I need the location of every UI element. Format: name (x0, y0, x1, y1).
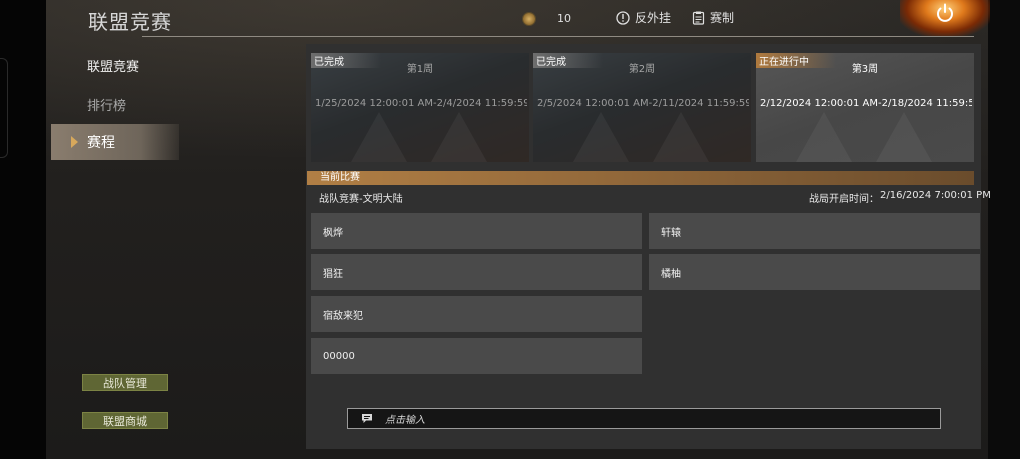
team-row[interactable]: 00000 (311, 338, 642, 374)
decor-triangle (351, 112, 407, 162)
sidebar-item-schedule[interactable]: 赛程 (51, 124, 179, 160)
sidebar-item-label: 排行榜 (87, 98, 127, 114)
week-label: 第3周 (851, 64, 879, 75)
decor-triangle (653, 112, 709, 162)
warning-icon (616, 10, 630, 25)
week-date-range: 1/25/2024 12:00:01 AM-2/4/2024 11:59:59 … (315, 98, 527, 109)
week-card-1[interactable]: 已完成 第1周 1/25/2024 12:00:01 AM-2/4/2024 1… (311, 53, 529, 162)
week-card-3[interactable]: 正在进行中 第3周 2/12/2024 12:00:01 AM-2/18/202… (756, 53, 974, 162)
current-match-header: 当前比赛 (307, 171, 974, 185)
power-icon (937, 3, 953, 22)
rules-button[interactable]: 赛制 (692, 9, 734, 26)
anticheat-label: 反外挂 (635, 11, 672, 25)
decor-triangle (431, 112, 487, 162)
decor-triangle (876, 112, 932, 162)
decor-triangle (573, 112, 629, 162)
rules-label: 赛制 (710, 11, 735, 25)
week-date-range: 2/5/2024 12:00:01 AM-2/11/2024 11:59:59 … (537, 98, 749, 109)
anticheat-button[interactable]: 反外挂 (616, 9, 671, 26)
week-label: 第1周 (406, 64, 434, 75)
power-button[interactable] (900, 0, 990, 36)
coin-count: 10 (557, 12, 571, 25)
match-name: 战队竞赛-文明大陆 (319, 194, 403, 205)
team-manage-button[interactable]: 战队管理 (82, 374, 168, 391)
app-root: 联盟竞赛 10 反外挂 赛制 联盟竞赛 排行榜 赛程 战队管理 联盟商城 已完成… (0, 0, 1020, 459)
team-row[interactable]: 猖狂 (311, 254, 642, 290)
page-title: 联盟竞赛 (88, 10, 172, 34)
chat-input[interactable]: 点击输入 (347, 408, 941, 429)
sidebar-item-label: 联盟竞赛 (87, 59, 140, 75)
screen-left-edge (0, 0, 46, 459)
match-start-label: 战局开启时间： (809, 194, 879, 205)
device-notch (0, 58, 8, 158)
chat-placeholder: 点击输入 (385, 415, 425, 426)
sidebar-item-leaderboard[interactable]: 排行榜 (51, 86, 179, 122)
sidebar-item-label: 赛程 (87, 135, 115, 151)
nav-arrow-icon (71, 136, 78, 148)
week-label: 第2周 (628, 64, 656, 75)
alliance-shop-button[interactable]: 联盟商城 (82, 412, 168, 429)
week-card-2[interactable]: 已完成 第2周 2/5/2024 12:00:01 AM-2/11/2024 1… (533, 53, 751, 162)
match-start-time: 2/16/2024 7:00:01 PM (880, 190, 991, 201)
sidebar-item-alliance-competition[interactable]: 联盟竞赛 (51, 47, 179, 83)
week-date-range: 2/12/2024 12:00:01 AM-2/18/2024 11:59:59… (760, 98, 972, 109)
team-row[interactable]: 轩辕 (649, 213, 980, 249)
chat-bubble-icon (362, 414, 372, 423)
coin-icon (523, 13, 535, 25)
team-row[interactable]: 枫烨 (311, 213, 642, 249)
team-row[interactable]: 宿敌来犯 (311, 296, 642, 332)
clipboard-icon (692, 11, 705, 25)
decor-triangle (796, 112, 852, 162)
screen-right-edge (988, 0, 1020, 459)
header-divider (142, 36, 974, 37)
team-row[interactable]: 橘柚 (649, 254, 980, 290)
